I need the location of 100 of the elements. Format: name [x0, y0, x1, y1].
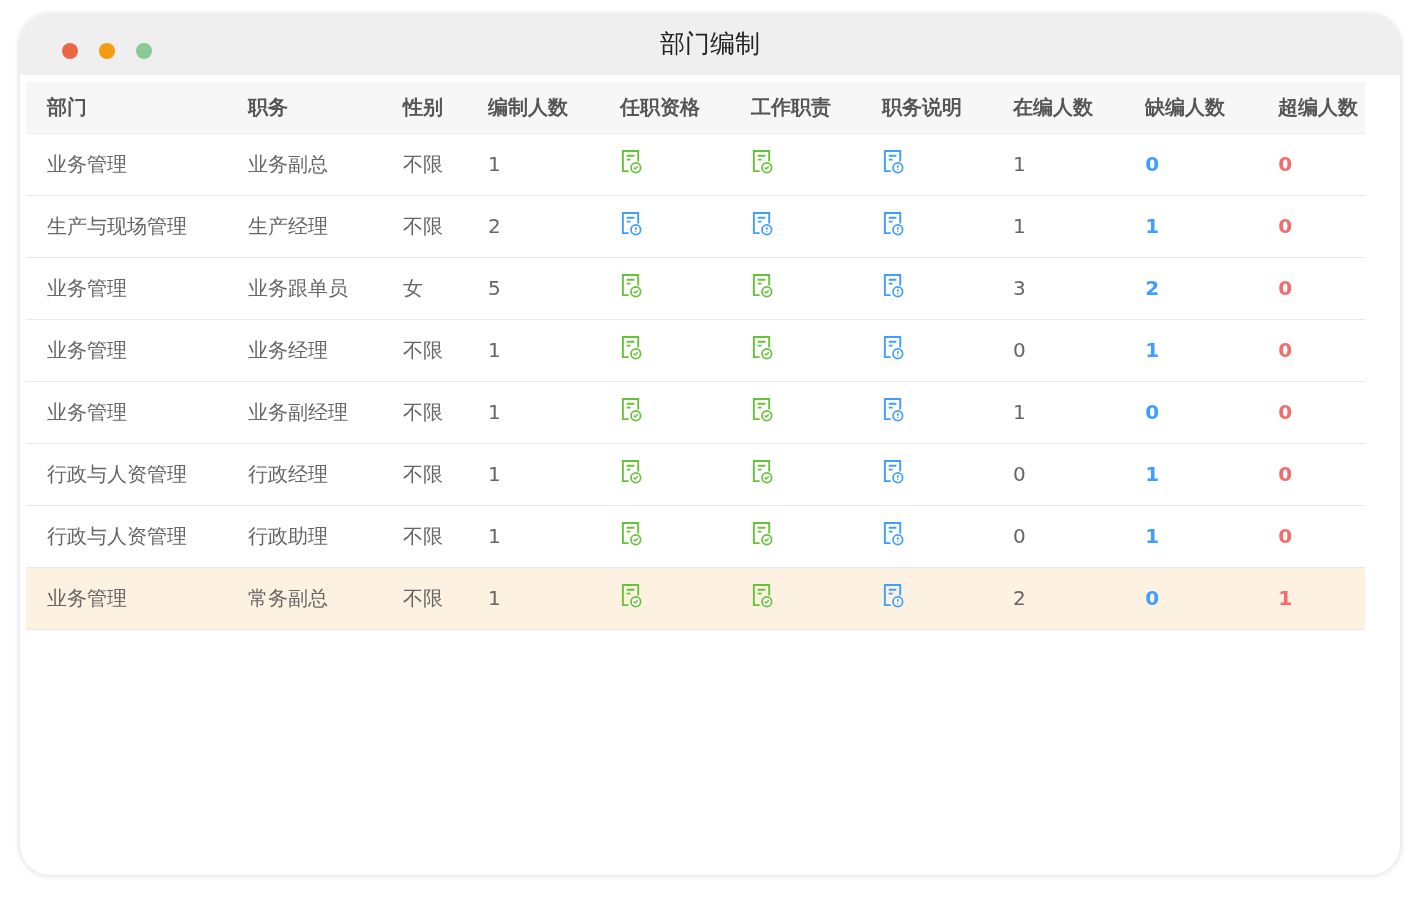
column-header: 性别 [402, 94, 443, 119]
table-cell: 0 [1278, 524, 1293, 548]
document-alert-icon[interactable] [882, 210, 906, 236]
column-header: 缺编人数 [1145, 94, 1226, 119]
table-cell: 不限 [402, 151, 443, 176]
document-alert-icon[interactable] [882, 520, 906, 546]
table-cell: 0 [1278, 462, 1293, 486]
table-row[interactable]: 业务管理 常务副总 不限 1 2 0 1 [26, 567, 1365, 629]
table-cell: 女 [402, 275, 423, 300]
table-row[interactable]: 业务管理 业务跟单员 女 5 3 2 0 [26, 257, 1365, 319]
document-check-icon[interactable] [751, 582, 774, 608]
table-cell: 2 [487, 214, 501, 238]
document-check-icon[interactable] [619, 148, 643, 174]
table-cell: 0 [1013, 338, 1026, 362]
table-cell: 1 [1278, 586, 1293, 610]
table-cell: 1 [1145, 338, 1160, 362]
table-row[interactable]: 业务管理 业务副总 不限 1 1 0 0 [26, 133, 1365, 195]
window-title: 部门编制 [660, 28, 760, 60]
table-cell: 1 [1145, 214, 1160, 238]
table-row[interactable]: 行政与人资管理 行政助理 不限 1 0 1 0 [26, 505, 1365, 567]
table-cell: 行政与人资管理 [47, 523, 187, 548]
document-check-icon[interactable] [751, 148, 774, 174]
table-cell: 生产经理 [248, 213, 329, 238]
table-cell: 业务副经理 [248, 399, 349, 424]
document-alert-icon[interactable] [619, 210, 643, 236]
column-header: 在编人数 [1013, 94, 1094, 119]
table-cell: 业务副总 [248, 151, 329, 176]
table-cell: 行政与人资管理 [47, 461, 187, 486]
document-check-icon[interactable] [619, 272, 643, 298]
column-header: 编制人数 [487, 94, 568, 119]
document-check-icon[interactable] [619, 396, 643, 422]
column-header: 职务 [248, 94, 289, 119]
table-cell: 2 [1013, 586, 1026, 610]
table-cell: 行政经理 [248, 461, 329, 486]
document-alert-icon[interactable] [882, 396, 906, 422]
table-cell: 1 [487, 524, 501, 548]
table-cell: 1 [487, 400, 501, 424]
document-check-icon[interactable] [751, 272, 774, 298]
table-cell: 0 [1145, 586, 1160, 610]
table-cell: 0 [1278, 152, 1293, 176]
table-cell: 1 [1145, 524, 1160, 548]
table-cell: 不限 [402, 399, 443, 424]
table-cell: 0 [1278, 400, 1293, 424]
table-cell: 1 [487, 338, 501, 362]
table-cell: 1 [1145, 462, 1160, 486]
document-check-icon[interactable] [619, 582, 643, 608]
minimize-dot[interactable] [99, 43, 115, 59]
table-cell: 业务管理 [47, 151, 127, 176]
close-dot[interactable] [62, 43, 78, 59]
table-cell: 业务管理 [47, 585, 127, 610]
table-cell: 不限 [402, 337, 443, 362]
column-header: 部门 [47, 94, 87, 119]
table-cell: 3 [1013, 276, 1026, 300]
document-check-icon[interactable] [751, 520, 774, 546]
table-cell: 业务管理 [47, 337, 127, 362]
table-cell: 业务跟单员 [248, 275, 349, 300]
table-cell: 1 [1013, 152, 1026, 176]
table-row[interactable]: 业务管理 业务经理 不限 1 0 1 0 [26, 319, 1365, 381]
table-cell: 2 [1145, 276, 1160, 300]
zoom-dot[interactable] [136, 43, 152, 59]
table-cell: 5 [487, 276, 501, 300]
document-check-icon[interactable] [619, 458, 643, 484]
table-cell: 1 [487, 152, 501, 176]
table-cell: 生产与现场管理 [47, 213, 187, 238]
table-cell: 1 [487, 462, 501, 486]
table-cell: 不限 [402, 585, 443, 610]
table-cell: 业务管理 [47, 399, 127, 424]
table-row[interactable]: 行政与人资管理 行政经理 不限 1 0 1 0 [26, 443, 1365, 505]
table-cell: 0 [1145, 400, 1160, 424]
table-cell: 0 [1278, 338, 1293, 362]
table-cell: 常务副总 [248, 585, 329, 610]
document-check-icon[interactable] [751, 334, 774, 360]
table-cell: 0 [1013, 462, 1026, 486]
document-check-icon[interactable] [619, 334, 643, 360]
document-alert-icon[interactable] [882, 458, 906, 484]
table-cell: 0 [1278, 276, 1293, 300]
table-cell: 业务管理 [47, 275, 127, 300]
document-check-icon[interactable] [751, 458, 774, 484]
column-header: 超编人数 [1278, 94, 1359, 119]
table-cell: 0 [1278, 214, 1293, 238]
table-cell: 0 [1145, 152, 1160, 176]
table-row[interactable]: 业务管理 业务副经理 不限 1 1 0 0 [26, 381, 1365, 443]
document-alert-icon[interactable] [882, 272, 906, 298]
table-cell: 不限 [402, 523, 443, 548]
document-check-icon[interactable] [619, 520, 643, 546]
column-header: 职务说明 [882, 94, 963, 119]
document-alert-icon[interactable] [882, 582, 906, 608]
table-cell: 业务经理 [248, 337, 329, 362]
document-alert-icon[interactable] [882, 334, 906, 360]
column-header: 任职资格 [619, 94, 700, 119]
table-cell: 行政助理 [248, 523, 329, 548]
table-row[interactable]: 生产与现场管理 生产经理 不限 2 1 1 0 [26, 195, 1365, 257]
table-cell: 1 [487, 586, 501, 610]
table-cell: 1 [1013, 214, 1026, 238]
document-alert-icon[interactable] [751, 210, 774, 236]
document-check-icon[interactable] [751, 396, 774, 422]
document-alert-icon[interactable] [882, 148, 906, 174]
table-cell: 不限 [402, 213, 443, 238]
table-cell: 1 [1013, 400, 1026, 424]
table-cell: 不限 [402, 461, 443, 486]
